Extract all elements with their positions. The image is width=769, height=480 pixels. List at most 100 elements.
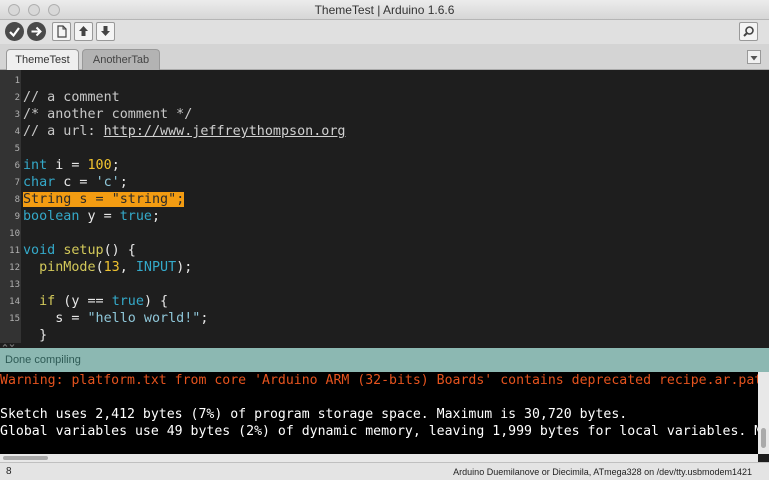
status-message: Done compiling [5, 354, 81, 366]
code-token: String [23, 192, 72, 207]
code-line: s = "hello world!"; [23, 310, 208, 327]
board-info: Arduino Duemilanove or Diecimila, ATmega… [453, 467, 752, 477]
code-token: true [119, 209, 152, 224]
line-number: 8 [14, 195, 20, 205]
magnifier-icon [743, 26, 754, 37]
code-line: // a comment [23, 89, 120, 106]
code-token: boolean [23, 209, 80, 224]
code-token: true [111, 294, 144, 309]
code-token: // a comment [23, 90, 120, 105]
code-token: ); [176, 260, 193, 275]
code-token: ; [119, 175, 128, 190]
line-number: 11 [9, 246, 20, 256]
code-line: String s = "string"; [23, 191, 185, 208]
code-token: y = [79, 209, 120, 224]
code-line: if (y == true) { [23, 293, 168, 310]
code-token: i = [47, 158, 88, 173]
arrow-right-icon [31, 26, 42, 37]
code-token: 13 [103, 260, 120, 275]
code-token: s = [71, 192, 112, 207]
open-arrow-up-icon [79, 26, 88, 36]
console-horizontal-scrollbar[interactable] [0, 454, 758, 462]
line-number: 5 [14, 144, 20, 154]
open-sketch-button[interactable] [74, 22, 93, 41]
code-token: c = [55, 175, 96, 190]
code-token: int [23, 158, 48, 173]
code-token: s = [23, 311, 88, 326]
check-icon [9, 27, 20, 38]
highlighted-line: String s = "string"; [23, 192, 185, 207]
line-number: 12 [9, 263, 20, 273]
current-line-number: 8 [6, 466, 12, 477]
line-number: 10 [9, 229, 20, 239]
tab-anothertab[interactable]: AnotherTab [82, 49, 160, 70]
code-token: "string" [111, 192, 177, 207]
verify-button[interactable] [5, 22, 24, 41]
tab-themetest[interactable]: ThemeTest [6, 49, 79, 70]
code-token: ; [111, 158, 120, 173]
code-token: ; [176, 192, 185, 207]
line-number: 1 [14, 76, 20, 86]
line-number: 3 [14, 110, 20, 120]
code-link[interactable]: http://www.jeffreythompson.org [104, 124, 346, 139]
code-token: INPUT [135, 260, 177, 275]
code-token: setup [63, 243, 104, 258]
code-token: ; [200, 311, 209, 326]
line-number: 2 [14, 93, 20, 103]
code-token: void [23, 243, 56, 258]
window-title: ThemeTest | Arduino 1.6.6 [314, 3, 455, 17]
title-bar: ThemeTest | Arduino 1.6.6 [0, 0, 769, 20]
line-number: 4 [14, 127, 20, 137]
line-number: 14 [9, 297, 20, 307]
code-token: "hello world!" [87, 311, 201, 326]
triangle-down-icon [750, 56, 758, 61]
line-number: 6 [14, 161, 20, 171]
code-line: char c = 'c'; [23, 174, 128, 191]
code-token: () { [103, 243, 136, 258]
code-token: 100 [87, 158, 112, 173]
tab-bar: ThemeTest AnotherTab [0, 44, 769, 70]
console-line: Global variables use 49 bytes (2%) of dy… [0, 424, 758, 439]
line-number: 13 [9, 280, 20, 290]
new-file-icon [57, 25, 67, 38]
line-number-gutter: 1 2 3 4 5 6 7 8 9 10 11 12 13 14 15 [0, 70, 21, 343]
code-token: 'c' [95, 175, 120, 190]
save-sketch-button[interactable] [96, 22, 115, 41]
status-bar: Done compiling [0, 348, 769, 372]
line-number: 7 [14, 178, 20, 188]
code-token: ; [152, 209, 161, 224]
console-warning-line: Warning: platform.txt from core 'Arduino… [0, 373, 758, 388]
scrollbar-thumb[interactable] [3, 456, 48, 460]
save-arrow-down-icon [101, 26, 110, 36]
code-token: // a url: [23, 124, 104, 139]
new-sketch-button[interactable] [52, 22, 71, 41]
code-token: (y == [55, 294, 112, 309]
code-editor[interactable]: 1 2 3 4 5 6 7 8 9 10 11 12 13 14 15 // a comment/* ano… [0, 70, 769, 343]
tabs-menu-button[interactable] [747, 50, 761, 64]
upload-button[interactable] [27, 22, 46, 41]
code-line: } [23, 327, 47, 343]
console-output[interactable]: Warning: platform.txt from core 'Arduino… [0, 372, 758, 454]
console-vertical-scrollbar[interactable] [758, 372, 769, 454]
line-number: 9 [14, 212, 20, 222]
code-token: /* another comment */ [23, 107, 193, 122]
console-line: Sketch uses 2,412 bytes (7%) of program … [0, 407, 628, 422]
line-number: 15 [9, 314, 20, 324]
toolbar [0, 20, 769, 44]
code-token: pinMode [39, 260, 96, 275]
code-line: void setup() { [23, 242, 136, 259]
serial-monitor-button[interactable] [739, 22, 758, 41]
code-token: char [23, 175, 56, 190]
code-line: boolean y = true; [23, 208, 160, 225]
scrollbar-thumb[interactable] [761, 428, 766, 448]
code-line: pinMode(13, INPUT); [23, 259, 192, 276]
code-token: } [23, 328, 48, 343]
code-line: int i = 100; [23, 157, 120, 174]
code-token: ( [95, 260, 104, 275]
footer-bar: 8 Arduino Duemilanove or Diecimila, ATme… [0, 462, 769, 480]
code-token: , [119, 260, 136, 275]
code-line: // a url: http://www.jeffreythompson.org [23, 123, 345, 140]
code-line: /* another comment */ [23, 106, 192, 123]
